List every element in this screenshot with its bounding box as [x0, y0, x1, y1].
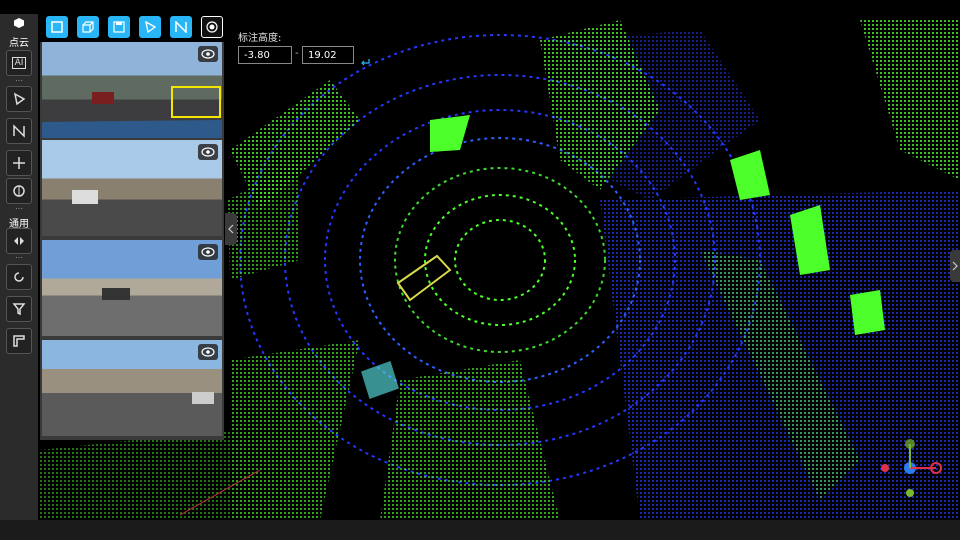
- polygon-tool-button[interactable]: [6, 86, 32, 112]
- chevron-left-icon: [228, 224, 234, 234]
- ai-tool-button[interactable]: AI: [6, 50, 32, 76]
- radio-record-icon: [206, 21, 218, 33]
- camera-image: [102, 288, 130, 300]
- polygon-flag-button[interactable]: [139, 16, 161, 38]
- flip-icon: [14, 237, 24, 245]
- cuboid-icon: [82, 21, 94, 33]
- filter-tool-button[interactable]: [6, 296, 32, 322]
- polygon-icon: [13, 92, 26, 106]
- ruler-icon: [13, 335, 25, 347]
- enter-icon: [361, 59, 370, 66]
- camera-image: [192, 392, 214, 404]
- filter-icon: [12, 303, 26, 316]
- camera-panel: [40, 42, 224, 440]
- rotate-icon: [14, 272, 24, 282]
- left-toolbar: 点云 AI ⋯ ⋯ 通用 ⋯: [0, 14, 38, 520]
- height-range-separator: -: [295, 48, 299, 59]
- expand-right-panel-button[interactable]: [950, 250, 960, 282]
- camera-view-1[interactable]: [42, 42, 222, 140]
- save-box-icon: [113, 21, 125, 33]
- camera-image: [72, 190, 98, 204]
- flip-tool-button[interactable]: [6, 228, 32, 254]
- toggle-camera-3-visibility[interactable]: [198, 244, 218, 260]
- eye-icon: [201, 49, 215, 59]
- polyline-icon: [13, 124, 25, 138]
- apply-height-button[interactable]: [360, 51, 370, 70]
- brain-icon: [13, 185, 25, 197]
- toggle-camera-2-visibility[interactable]: [198, 144, 218, 160]
- cuboid-button[interactable]: [77, 16, 99, 38]
- eye-icon: [201, 147, 215, 157]
- tool-more-dots: ⋯: [15, 76, 23, 85]
- polyline-tool-button[interactable]: [6, 118, 32, 144]
- collapse-camera-panel-button[interactable]: [225, 213, 237, 245]
- height-filter-label: 标注高度:: [238, 33, 282, 44]
- rect-box-icon: [51, 21, 63, 33]
- pointcloud-section-label: 点云: [9, 38, 29, 49]
- move-icon: [13, 157, 25, 169]
- toggle-camera-1-visibility[interactable]: [198, 46, 218, 62]
- toggle-camera-4-visibility[interactable]: [198, 344, 218, 360]
- rect-box-button[interactable]: [46, 16, 68, 38]
- camera-view-2[interactable]: [42, 140, 222, 238]
- rotate-tool-button[interactable]: [6, 264, 32, 290]
- move-tool-button[interactable]: [6, 150, 32, 176]
- n-path-icon: [175, 21, 187, 33]
- record-button[interactable]: [201, 16, 223, 38]
- eye-icon: [201, 347, 215, 357]
- height-max-input[interactable]: [302, 46, 354, 64]
- brain-tool-button[interactable]: [6, 178, 32, 204]
- height-min-input[interactable]: [238, 46, 292, 64]
- bottom-status-bar: [0, 520, 960, 540]
- tool-more-dots: ⋯: [15, 253, 23, 262]
- cube-icon: [0, 17, 38, 32]
- polygon-flag-icon: [145, 21, 156, 33]
- camera-view-3[interactable]: [42, 240, 222, 338]
- ruler-tool-button[interactable]: [6, 328, 32, 354]
- ai-tool-icon: AI: [11, 57, 27, 69]
- chevron-right-icon: [952, 261, 958, 271]
- tool-more-dots: ⋯: [15, 204, 23, 213]
- camera-image: [42, 86, 222, 138]
- n-path-button[interactable]: [170, 16, 192, 38]
- eye-icon: [201, 247, 215, 257]
- camera-view-4[interactable]: [42, 340, 222, 438]
- save-box-button[interactable]: [108, 16, 130, 38]
